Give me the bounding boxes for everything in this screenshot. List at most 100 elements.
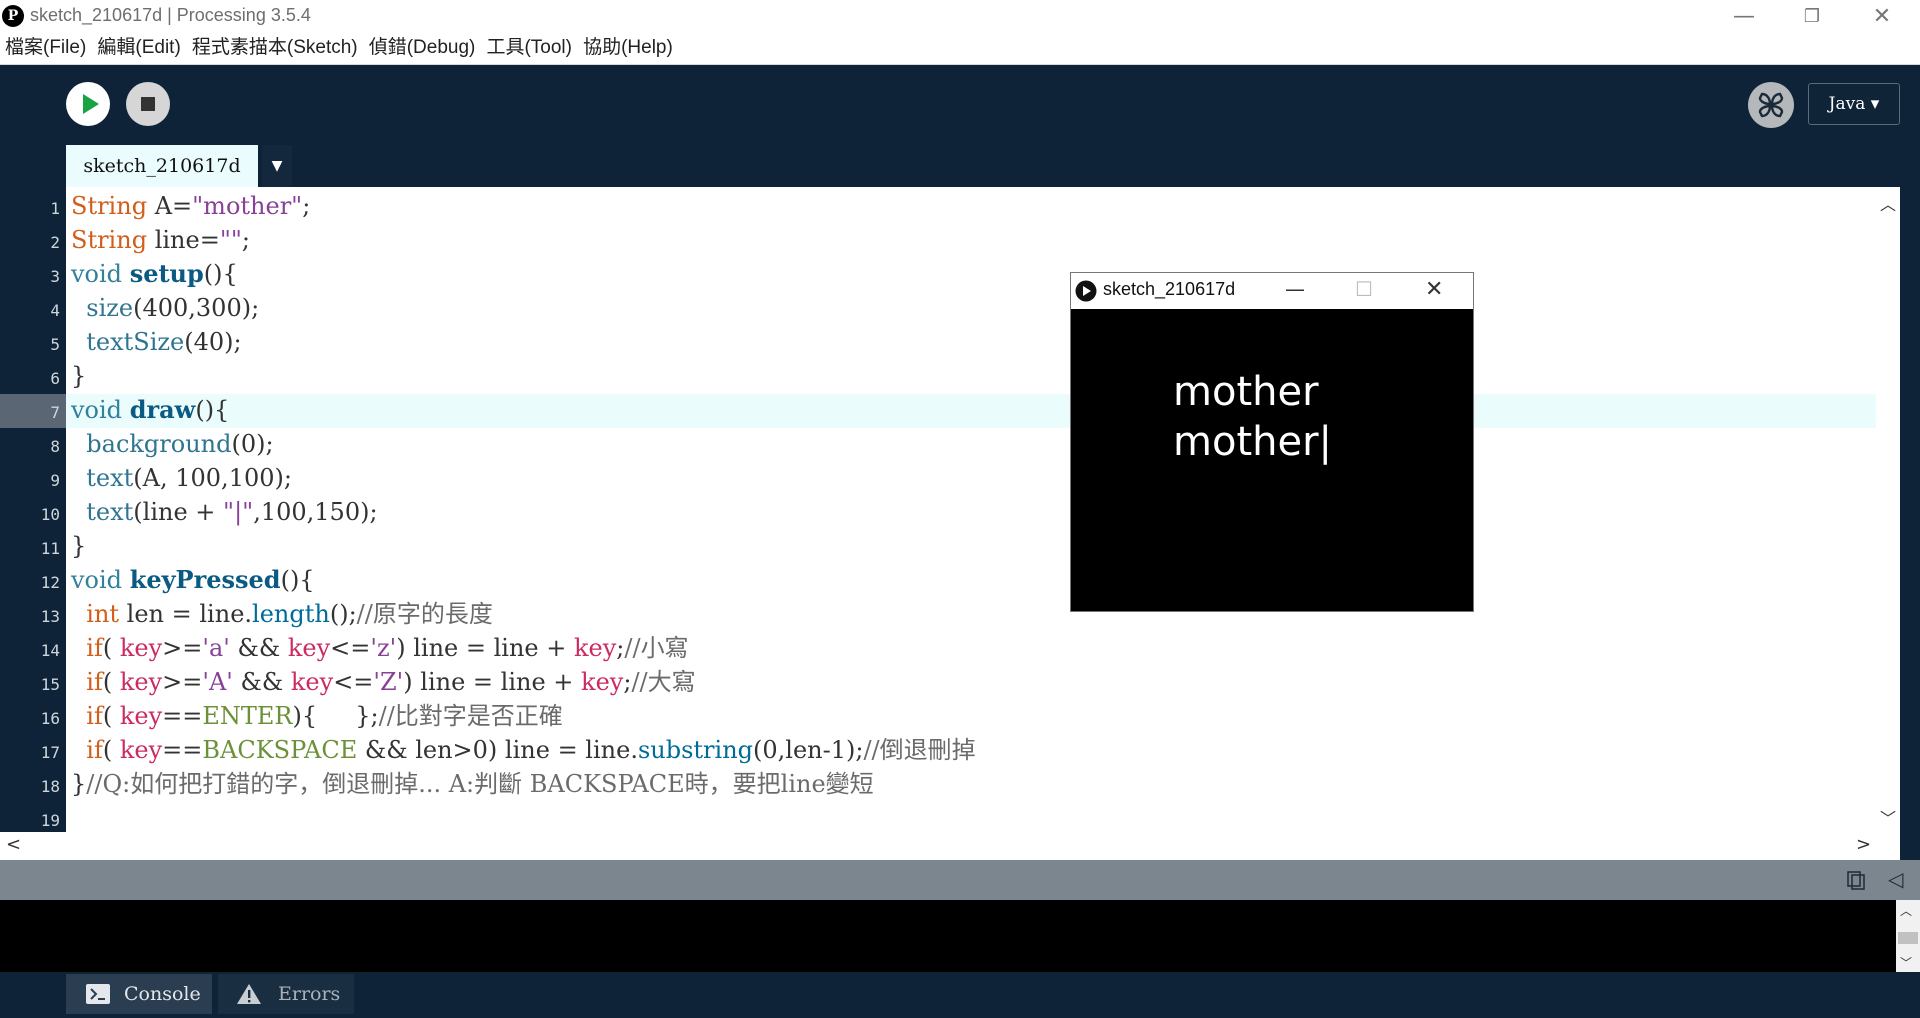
code-token: ENTER <box>202 702 293 730</box>
menu-file[interactable]: 檔案(File) <box>5 34 86 62</box>
code-token: 'z' <box>370 634 397 662</box>
console-scrollbar[interactable]: ︿ ﹀ <box>1896 900 1920 972</box>
right-edge-strip <box>1900 145 1920 860</box>
code-token: //原字的長度 <box>356 600 493 628</box>
code-token: >= <box>162 668 203 696</box>
console-footer: Console Errors <box>0 972 1920 1018</box>
code-token: ; <box>241 226 250 254</box>
code-token: text <box>86 498 134 526</box>
code-token: if <box>86 702 103 730</box>
sketch-maximize-button[interactable]: ☐ <box>1355 277 1373 301</box>
code-token: key <box>290 668 334 696</box>
sketch-close-button[interactable]: ✕ <box>1425 277 1443 302</box>
console-icon <box>86 984 110 1004</box>
current-line-highlight <box>66 394 1876 428</box>
maximize-button[interactable]: ❐ <box>1780 0 1844 34</box>
sketch-title-bar: sketch_210617d — ☐ ✕ <box>1071 273 1473 309</box>
code-line[interactable]: void draw(){ <box>71 393 229 427</box>
code-line[interactable]: text(A, 100,100); <box>71 461 292 495</box>
code-line[interactable]: text(line + "|",100,150); <box>71 495 377 529</box>
code-line[interactable]: String line=""; <box>71 223 250 257</box>
errors-tab-label: Errors <box>278 983 341 1005</box>
console-header: ◁ <box>0 860 1920 900</box>
line-number: 9 <box>50 471 60 490</box>
tab-sketch[interactable]: sketch_210617d <box>66 145 258 187</box>
code-token: key <box>581 668 624 696</box>
editor-horizontal-scrollbar[interactable]: < > <box>0 832 1900 860</box>
scroll-up-icon[interactable]: ︿ <box>1880 191 1896 215</box>
code-token: void <box>71 566 123 594</box>
console-scroll-down-icon[interactable]: ﹀ <box>1900 954 1912 971</box>
code-token: ) line = line + <box>403 668 582 696</box>
menu-tool[interactable]: 工具(Tool) <box>486 34 572 62</box>
menu-sketch[interactable]: 程式素描本(Sketch) <box>192 34 358 62</box>
code-token: len = line. <box>119 600 253 628</box>
code-token: (){ <box>203 260 238 288</box>
run-button[interactable] <box>66 82 110 126</box>
code-token: void <box>71 260 123 288</box>
debug-button[interactable] <box>1748 82 1794 128</box>
code-line[interactable]: if( key>='A' && key<='Z') line = line + … <box>71 665 695 699</box>
sketch-output-window[interactable]: sketch_210617d — ☐ ✕ mother mother| <box>1070 272 1474 612</box>
line-number: 5 <box>50 335 60 354</box>
mode-selector[interactable]: Java ▾ <box>1808 83 1900 125</box>
code-token: } <box>71 770 87 798</box>
code-line[interactable]: void keyPressed(){ <box>71 563 315 597</box>
code-line[interactable]: }//Q:如何把打錯的字，倒退刪掉... A:判斷 BACKSPACE時，要把l… <box>71 767 874 801</box>
code-line[interactable]: } <box>71 359 86 393</box>
code-token: "mother" <box>192 192 303 220</box>
line-number: 2 <box>50 233 60 252</box>
code-line[interactable]: size(400,300); <box>71 291 259 325</box>
close-button[interactable]: ✕ <box>1850 0 1914 34</box>
code-token: && len>0) line = line. <box>357 736 638 764</box>
scroll-right-icon[interactable]: > <box>1856 834 1871 855</box>
scroll-left-icon[interactable]: < <box>6 834 21 855</box>
minimize-button[interactable]: — <box>1712 0 1776 34</box>
sketch-minimize-button[interactable]: — <box>1285 277 1305 301</box>
code-line[interactable]: String A="mother"; <box>71 189 310 223</box>
code-token: } <box>71 362 87 390</box>
code-line[interactable]: int len = line.length();//原字的長度 <box>71 597 493 631</box>
code-line[interactable]: textSize(40); <box>71 325 241 359</box>
code-editor[interactable]: String A="mother"; String line=""; void se… <box>66 187 1876 832</box>
copy-console-icon[interactable] <box>1846 870 1866 890</box>
collapse-console-icon[interactable]: ◁ <box>1888 867 1903 891</box>
code-token: key <box>287 634 331 662</box>
line-number: 18 <box>40 777 60 796</box>
console-scroll-up-icon[interactable]: ︿ <box>1900 902 1912 919</box>
code-line[interactable]: if( key==ENTER){ };//比對字是否正確 <box>71 699 563 733</box>
scroll-down-icon[interactable]: ﹀ <box>1880 805 1896 829</box>
menu-help[interactable]: 協助(Help) <box>583 34 673 62</box>
code-token: (0,len-1); <box>753 736 864 764</box>
code-token: //Q:如何把打錯的字，倒退刪掉... A:判斷 BACKSPACE時，要把li… <box>86 770 874 798</box>
code-token: //小寫 <box>624 634 689 662</box>
sketch-canvas[interactable]: mother mother| <box>1071 309 1473 611</box>
console-tab[interactable]: Console <box>66 974 212 1014</box>
stop-button[interactable] <box>126 82 170 126</box>
code-token: key <box>119 634 163 662</box>
sketch-window-title: sketch_210617d <box>1103 279 1236 299</box>
editor-vertical-scrollbar[interactable]: ︿ ﹀ <box>1876 187 1900 832</box>
code-token: size <box>86 294 134 322</box>
menu-edit[interactable]: 編輯(Edit) <box>97 34 180 62</box>
code-token: <= <box>330 634 371 662</box>
code-line[interactable]: if( key==BACKSPACE && len>0) line = line… <box>71 733 975 767</box>
code-line[interactable]: } <box>71 529 86 563</box>
code-token: key <box>573 634 617 662</box>
code-line[interactable]: if( key>='a' && key<='z') line = line + … <box>71 631 689 665</box>
console-output[interactable] <box>0 900 1896 972</box>
tab-menu-button[interactable]: ▼ <box>262 145 292 187</box>
errors-tab[interactable]: Errors <box>218 974 354 1014</box>
warning-icon <box>237 984 261 1004</box>
line-number: 19 <box>40 811 60 830</box>
menu-debug[interactable]: 偵錯(Debug) <box>369 34 476 62</box>
code-line[interactable]: void setup(){ <box>71 257 238 291</box>
console-scroll-thumb[interactable] <box>1898 932 1918 944</box>
code-token: >= <box>162 634 203 662</box>
sketch-text-typed: mother| <box>1173 419 1333 465</box>
code-line[interactable]: background(0); <box>71 427 273 461</box>
